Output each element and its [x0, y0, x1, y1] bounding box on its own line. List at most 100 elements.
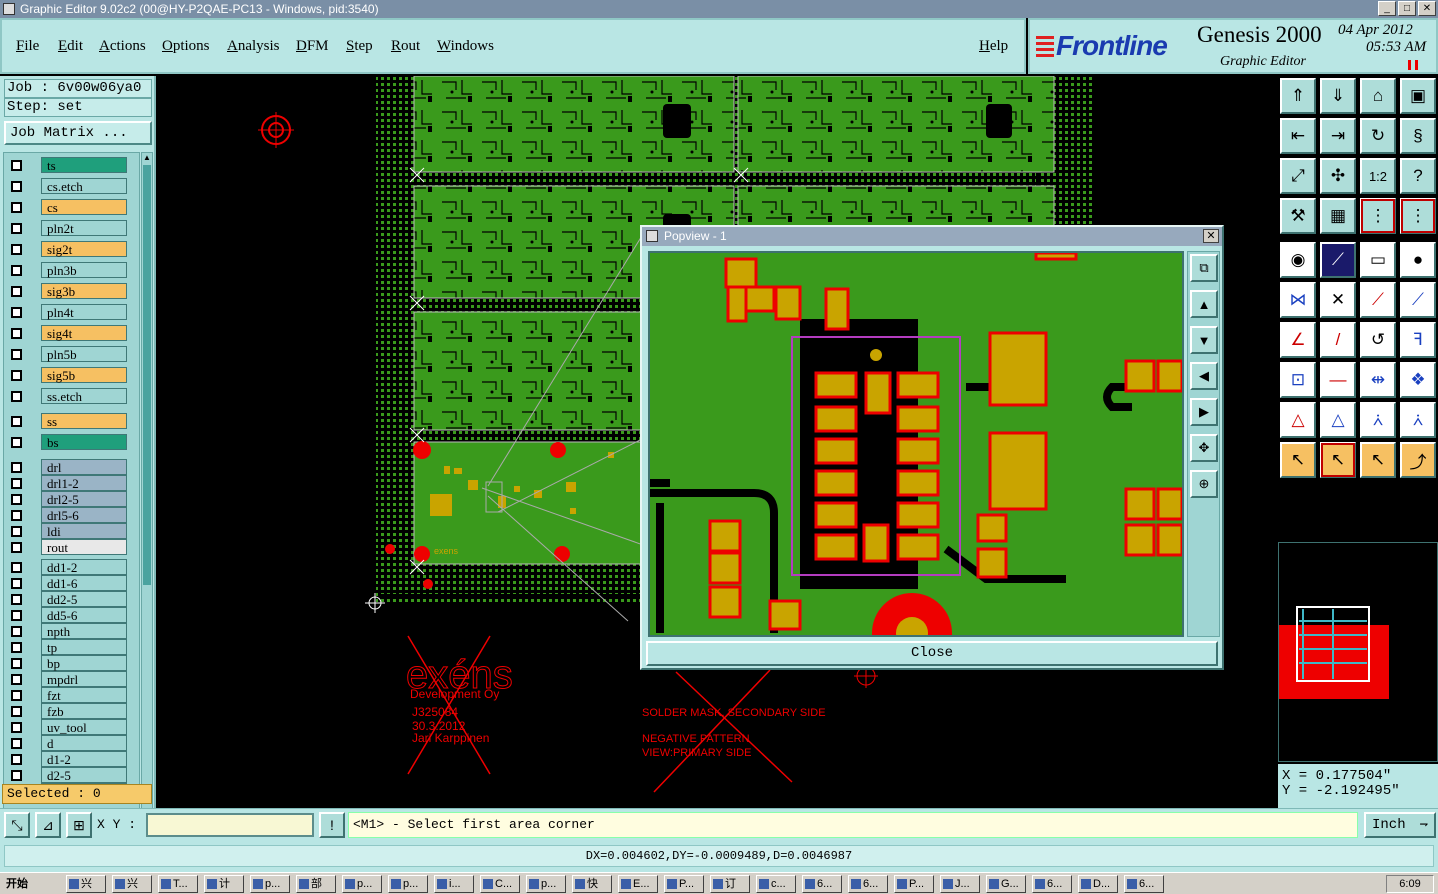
window-icon[interactable]: ▣: [1400, 78, 1436, 114]
taskbar-task[interactable]: 6...: [1124, 875, 1164, 893]
redraw-icon[interactable]: §: [1400, 118, 1436, 154]
layer-checkbox[interactable]: [11, 307, 22, 318]
grid-icon[interactable]: ▦: [1320, 198, 1356, 234]
taskbar-task[interactable]: 兴: [112, 875, 152, 893]
menu-options[interactable]: Options: [162, 38, 210, 55]
layer-checkbox[interactable]: [11, 526, 22, 537]
layer-row[interactable]: tp: [7, 639, 127, 655]
menu-file[interactable]: File: [16, 38, 39, 55]
layer-row[interactable]: dd5-6: [7, 607, 127, 623]
layer-row[interactable]: dd2-5: [7, 591, 127, 607]
snap-icon[interactable]: ⋮: [1360, 198, 1396, 234]
layer-row[interactable]: mpdrl: [7, 671, 127, 687]
layer-checkbox[interactable]: [11, 642, 22, 653]
layer-checkbox[interactable]: [11, 658, 22, 669]
layer-row[interactable]: pln2t: [7, 220, 127, 236]
layer-name[interactable]: pln3b: [41, 262, 127, 278]
resize-area-icon[interactable]: ⤡: [4, 812, 30, 838]
layer-name[interactable]: cs: [41, 199, 127, 215]
start-button[interactable]: 开始: [2, 875, 32, 893]
snap-alt-icon[interactable]: ⋮: [1400, 198, 1436, 234]
popview-right-icon[interactable]: ▶: [1190, 398, 1218, 426]
pointer-net-icon[interactable]: ⤴: [1400, 442, 1436, 478]
layer-name[interactable]: tp: [41, 639, 127, 655]
line-alt-icon[interactable]: ⟋: [1400, 282, 1436, 318]
scroll-up-icon[interactable]: ▲: [143, 153, 151, 162]
layer-row[interactable]: drl1-2: [7, 475, 127, 491]
layer-name[interactable]: ts: [41, 157, 127, 173]
layer-checkbox[interactable]: [11, 594, 22, 605]
layer-name[interactable]: ldi: [41, 523, 127, 539]
layer-name[interactable]: drl5-6: [41, 507, 127, 523]
layer-checkbox[interactable]: [11, 494, 22, 505]
taskbar-task[interactable]: p...: [526, 875, 566, 893]
layer-name[interactable]: dd2-5: [41, 591, 127, 607]
pointer-icon[interactable]: ↖: [1280, 442, 1316, 478]
layer-row[interactable]: fzb: [7, 703, 127, 719]
layer-name[interactable]: pln4t: [41, 304, 127, 320]
minimize-button[interactable]: _: [1378, 1, 1396, 16]
layer-checkbox[interactable]: [11, 578, 22, 589]
taskbar-task[interactable]: 快: [572, 875, 612, 893]
menu-help[interactable]: Help: [979, 38, 1008, 55]
taskbar-task[interactable]: G...: [986, 875, 1026, 893]
layer-row[interactable]: bp: [7, 655, 127, 671]
layer-checkbox[interactable]: [11, 349, 22, 360]
layer-checkbox[interactable]: [11, 181, 22, 192]
layer-name[interactable]: cs.etch: [41, 178, 127, 194]
mirror-icon[interactable]: ꟻ: [1400, 322, 1436, 358]
taskbar-task[interactable]: p...: [250, 875, 290, 893]
layer-checkbox[interactable]: [11, 244, 22, 255]
taskbar-task[interactable]: 6...: [802, 875, 842, 893]
layer-name[interactable]: drl1-2: [41, 475, 127, 491]
transform-icon[interactable]: ⊡: [1280, 362, 1316, 398]
layer-name[interactable]: fzb: [41, 703, 127, 719]
layer-name[interactable]: sig5b: [41, 367, 127, 383]
taskbar-task[interactable]: c...: [756, 875, 796, 893]
popview-fit-icon[interactable]: ✥: [1190, 434, 1218, 462]
menu-step[interactable]: Step: [346, 38, 373, 55]
layer-row[interactable]: ts: [7, 157, 127, 173]
layer-name[interactable]: drl: [41, 459, 127, 475]
menu-rout[interactable]: Rout: [391, 38, 420, 55]
taskbar-task[interactable]: P...: [894, 875, 934, 893]
diagonal-icon[interactable]: /: [1320, 322, 1356, 358]
layer-checkbox[interactable]: [11, 542, 22, 553]
layer-name[interactable]: d: [41, 735, 127, 751]
layer-list-scrollbar[interactable]: ▲ ▼: [141, 152, 153, 857]
break-icon[interactable]: —: [1320, 362, 1356, 398]
layer-checkbox[interactable]: [11, 202, 22, 213]
arch-icon[interactable]: ⩑: [1360, 402, 1396, 438]
layer-name[interactable]: sig4t: [41, 325, 127, 341]
layer-name[interactable]: npth: [41, 623, 127, 639]
layer-name[interactable]: uv_tool: [41, 719, 127, 735]
close-window-button[interactable]: ✕: [1418, 1, 1436, 16]
taskbar-task[interactable]: J...: [940, 875, 980, 893]
layer-checkbox[interactable]: [11, 690, 22, 701]
popview-up-icon[interactable]: ▲: [1190, 290, 1218, 318]
taskbar-task[interactable]: 计: [204, 875, 244, 893]
net-icon[interactable]: ⋈: [1280, 282, 1316, 318]
layer-list[interactable]: ts cs.etch cs pln2t sig2t pln3b sig3b pln4t sig4…: [3, 152, 140, 857]
layer-checkbox[interactable]: [11, 738, 22, 749]
layer-checkbox[interactable]: [11, 462, 22, 473]
layer-name[interactable]: d2-5: [41, 767, 127, 783]
layer-row[interactable]: rout: [7, 539, 127, 555]
layer-name[interactable]: bp: [41, 655, 127, 671]
taskbar-task[interactable]: i...: [434, 875, 474, 893]
pointer-select-icon[interactable]: ↖: [1360, 442, 1396, 478]
open-job-icon[interactable]: ⇑: [1280, 78, 1316, 114]
layer-row[interactable]: cs: [7, 199, 127, 215]
maximize-button[interactable]: □: [1398, 1, 1416, 16]
layer-checkbox[interactable]: [11, 706, 22, 717]
layer-row[interactable]: sig4t: [7, 325, 127, 341]
layer-row[interactable]: drl5-6: [7, 507, 127, 523]
layer-row[interactable]: drl2-5: [7, 491, 127, 507]
layer-row[interactable]: sig2t: [7, 241, 127, 257]
layer-checkbox[interactable]: [11, 370, 22, 381]
layer-name[interactable]: ss: [41, 413, 127, 429]
popview-zoom-view[interactable]: [648, 251, 1184, 637]
layer-checkbox[interactable]: [11, 437, 22, 448]
layer-checkbox[interactable]: [11, 626, 22, 637]
scrollbar-thumb[interactable]: [143, 165, 151, 585]
